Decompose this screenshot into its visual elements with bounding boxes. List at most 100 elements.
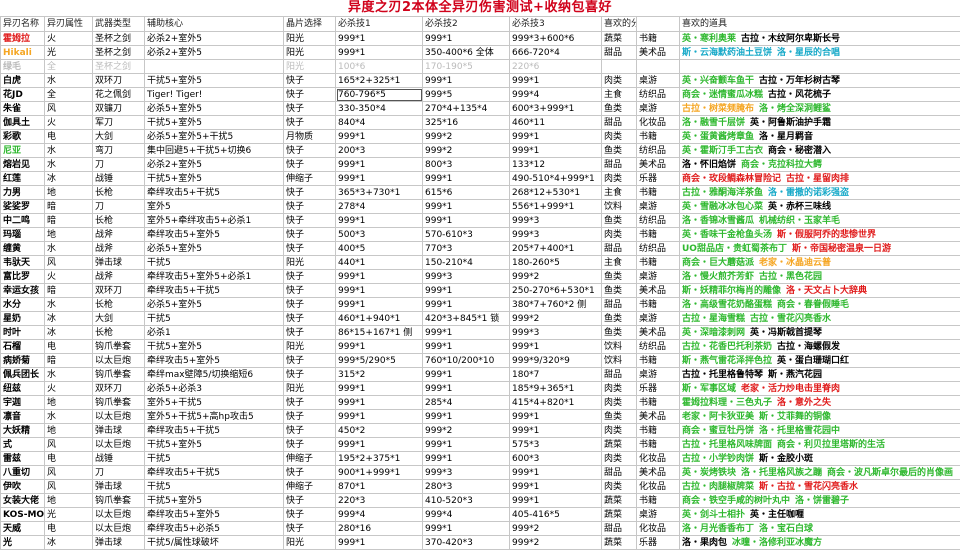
special-3-cell[interactable]: 999*2 [510,536,602,550]
special-2-cell[interactable]: 170-190*5 [423,60,510,74]
element-cell[interactable]: 风 [45,256,93,270]
category-2-cell[interactable]: 桌游 [637,200,680,214]
favorite-items-cell[interactable]: 斯・云海默药油土豆饼洛・星辰的合唱 [680,46,960,60]
special-1-cell[interactable]: 999*1 [336,270,423,284]
chip-cell[interactable]: 快子 [284,354,336,368]
special-3-cell[interactable]: 380*7+760*2 侧 [510,298,602,312]
category-2-cell[interactable]: 化妆品 [637,522,680,536]
special-1-cell[interactable]: 500*3 [336,228,423,242]
blade-name-cell[interactable]: 幸运女孩 [1,284,45,298]
category-1-cell[interactable]: 鱼类 [602,214,637,228]
aux-core-cell[interactable]: 必杀5+室外5 [145,242,284,256]
favorite-items-cell[interactable]: 商会・铁空手咸的树叶丸中洛・饼雷碧子 [680,494,960,508]
category-2-cell[interactable]: 桌游 [637,368,680,382]
special-2-cell[interactable]: 800*3 [423,158,510,172]
chip-cell[interactable]: 快子 [284,116,336,130]
weapon-cell[interactable]: 双环刀 [93,382,145,396]
special-2-cell[interactable]: 410-520*3 [423,494,510,508]
special-1-cell[interactable]: 999*1 [336,130,423,144]
blade-name-cell[interactable]: 星奶 [1,312,45,326]
category-1-cell[interactable]: 肉类 [602,424,637,438]
aux-core-cell[interactable]: 必杀2+室外5 [145,46,284,60]
blade-name-cell[interactable]: 娑娑罗 [1,200,45,214]
aux-core-cell[interactable]: 干扰5+室外5 [145,172,284,186]
aux-core-cell[interactable]: 干扰5+室外5 [145,438,284,452]
favorite-items-cell[interactable]: 古拉・肉腿椒牌菜斯・古拉・雪花闪亮香水 [680,480,960,494]
special-3-cell[interactable]: 999*1 [510,466,602,480]
special-3-cell[interactable]: 185*9+365*1 [510,382,602,396]
element-cell[interactable]: 地 [45,228,93,242]
favorite-items-cell[interactable]: 洛・怀旧焰饼商会・克拉科拉大鳄 [680,158,960,172]
chip-cell[interactable]: 阳光 [284,382,336,396]
chip-cell[interactable]: 快子 [284,508,336,522]
special-1-cell[interactable]: 200*3 [336,144,423,158]
favorite-items-cell[interactable]: 英・霍斯汀手工古衣商会・秘密潜入 [680,144,960,158]
blade-name-cell[interactable]: 尼亚 [1,144,45,158]
special-3-cell[interactable]: 999*3 [510,326,602,340]
category-2-cell[interactable]: 乐器 [637,536,680,550]
aux-core-cell[interactable]: 干扰5+室外5 [145,340,284,354]
special-3-cell[interactable]: 268*12+530*1 [510,186,602,200]
blade-name-cell[interactable]: 女装大佬 [1,494,45,508]
favorite-items-cell[interactable]: 商会・巨大蘑菇派老家・冰晶迪云普 [680,256,960,270]
category-2-cell[interactable]: 美术品 [637,158,680,172]
blade-name-cell[interactable]: 水分 [1,298,45,312]
element-cell[interactable]: 地 [45,424,93,438]
header-weapon[interactable]: 武器类型 [93,17,145,32]
favorite-items-cell[interactable]: 洛・融雪千层饼英・阿鲁斯油护手霜 [680,116,960,130]
special-3-cell[interactable]: 220*6 [510,60,602,74]
special-1-cell[interactable]: 840*4 [336,116,423,130]
special-3-cell[interactable]: 556*1+999*1 [510,200,602,214]
category-1-cell[interactable]: 鱼类 [602,102,637,116]
special-1-cell[interactable]: 400*5 [336,242,423,256]
favorite-items-cell[interactable]: 英・雪融冰冰包心菜英・赤杯三味线 [680,200,960,214]
weapon-cell[interactable]: 双环刀 [93,74,145,88]
category-1-cell[interactable]: 肉类 [602,74,637,88]
aux-core-cell[interactable]: 室外5 [145,200,284,214]
favorite-items-cell[interactable]: 英・香味干金枪鱼头汤斯・假服阿乔的悲惨世界 [680,228,960,242]
category-1-cell[interactable]: 主食 [602,88,637,102]
special-3-cell[interactable]: 600*3+999*1 [510,102,602,116]
category-1-cell[interactable]: 鱼类 [602,326,637,340]
category-1-cell[interactable]: 主食 [602,186,637,200]
special-1-cell[interactable]: 999*4 [336,508,423,522]
category-1-cell[interactable] [602,60,637,74]
category-1-cell[interactable]: 甜品 [602,116,637,130]
chip-cell[interactable]: 月物质 [284,130,336,144]
blade-name-cell[interactable]: 天威 [1,522,45,536]
category-2-cell[interactable]: 书籍 [637,438,680,452]
category-2-cell[interactable]: 化妆品 [637,452,680,466]
weapon-cell[interactable]: 弹击球 [93,480,145,494]
special-2-cell[interactable]: 999*1 [423,368,510,382]
category-2-cell[interactable]: 化妆品 [637,116,680,130]
aux-core-cell[interactable]: 牵绊攻击5+室外5 [145,228,284,242]
aux-core-cell[interactable]: 必杀5+室外5+干扰5 [145,130,284,144]
favorite-items-cell[interactable]: 洛・月光香香布丁洛・宝石白球 [680,522,960,536]
special-2-cell[interactable]: 420*3+845*1 锁 [423,312,510,326]
blade-name-cell[interactable]: 玛瑙 [1,228,45,242]
element-cell[interactable]: 火 [45,32,93,46]
special-2-cell[interactable]: 999*1 [423,172,510,186]
favorite-items-cell[interactable]: 古拉・树菜频腌布洛・烤全深洞鲤鲨 [680,102,960,116]
special-2-cell[interactable]: 615*6 [423,186,510,200]
aux-core-cell[interactable]: 干扰5 [145,452,284,466]
chip-cell[interactable]: 快子 [284,410,336,424]
chip-cell[interactable]: 快子 [284,228,336,242]
element-cell[interactable]: 光 [45,508,93,522]
special-3-cell[interactable]: 999*3 [510,214,602,228]
aux-core-cell[interactable]: 牵绊max壁障5/切换缩短6 [145,368,284,382]
weapon-cell[interactable]: 军刀 [93,116,145,130]
category-2-cell[interactable]: 书籍 [637,424,680,438]
weapon-cell[interactable]: 钩爪拳套 [93,494,145,508]
chip-cell[interactable]: 快子 [284,312,336,326]
special-3-cell[interactable]: 999*3+600*6 [510,32,602,46]
special-2-cell[interactable]: 280*3 [423,480,510,494]
blade-name-cell[interactable]: 佩兵团长 [1,368,45,382]
special-3-cell[interactable]: 250-270*6+530*1 [510,284,602,298]
special-2-cell[interactable]: 325*16 [423,116,510,130]
special-3-cell[interactable]: 999*2 [510,522,602,536]
weapon-cell[interactable]: 以太巨炮 [93,410,145,424]
weapon-cell[interactable]: 钩爪拳套 [93,368,145,382]
category-2-cell[interactable]: 桌游 [637,270,680,284]
special-2-cell[interactable]: 270*4+135*4 [423,102,510,116]
